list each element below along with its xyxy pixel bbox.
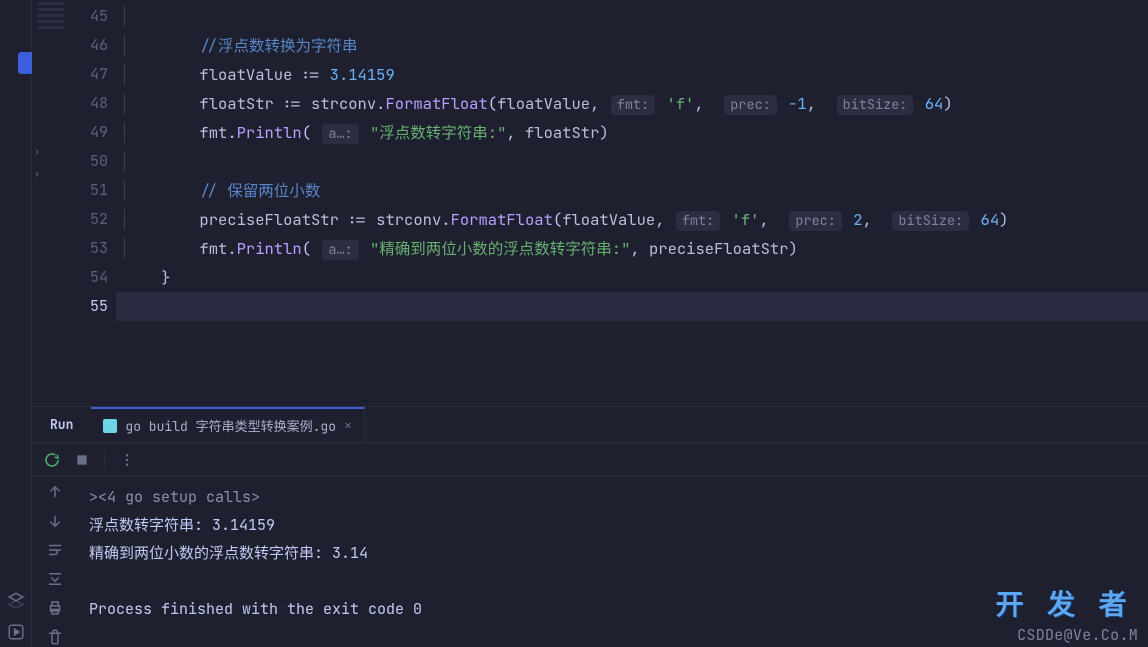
code-func: FormatFloat xyxy=(451,209,553,230)
code-number: -1 xyxy=(788,93,807,114)
code-brace: } xyxy=(161,267,170,288)
go-file-icon xyxy=(103,419,117,433)
main-layout: › › 45 46 47 48 49 50 51 52 53 54 55 xyxy=(0,0,1148,647)
run-tab-file[interactable]: go build 字符串类型转换案例.go × xyxy=(91,407,365,442)
stop-icon[interactable] xyxy=(74,452,90,468)
code-string: "精确到两位小数的浮点数转字符串:" xyxy=(370,238,630,259)
down-icon[interactable] xyxy=(46,512,64,530)
code-ident: floatValue xyxy=(199,64,292,85)
up-icon[interactable] xyxy=(46,483,64,501)
line-num: 51 xyxy=(70,176,108,205)
code-string: "浮点数转字符串:" xyxy=(370,122,506,143)
rerun-icon[interactable] xyxy=(44,452,60,468)
code-number: 64 xyxy=(981,209,1000,230)
code-ident: floatStr xyxy=(199,93,273,114)
watermark-title: 开 发 者 xyxy=(996,583,1130,623)
editor-area[interactable]: › › 45 46 47 48 49 50 51 52 53 54 55 xyxy=(32,0,1148,406)
line-num: 54 xyxy=(70,263,108,292)
line-number-gutter: 45 46 47 48 49 50 51 52 53 54 55 xyxy=(70,0,124,406)
soft-wrap-icon[interactable] xyxy=(46,541,64,559)
current-line xyxy=(116,292,1148,321)
line-num: 50 xyxy=(70,147,108,176)
inlay-hint: a…: xyxy=(322,124,358,144)
print-icon[interactable] xyxy=(46,599,64,617)
code-rune: 'f' xyxy=(732,209,760,230)
line-num: 52 xyxy=(70,205,108,234)
run-toolbar xyxy=(32,443,1148,477)
code-pkg: strconv xyxy=(311,93,376,114)
run-tab-filename: go build 字符串类型转换案例.go xyxy=(125,416,336,435)
output-line: 精确到两位小数的浮点数转字符串: 3.14 xyxy=(89,543,368,563)
line-num: 48 xyxy=(70,89,108,118)
watermark-sub: CSDDe@Ve.Co.M xyxy=(1017,625,1138,645)
toolbar-separator xyxy=(104,451,105,469)
code-number: 3.14159 xyxy=(330,64,395,85)
line-num-current: 55 xyxy=(70,292,108,321)
code-func: Println xyxy=(237,238,302,259)
code-args: , floatStr) xyxy=(506,122,608,143)
line-num: 46 xyxy=(70,31,108,60)
code-op: := xyxy=(348,209,367,230)
tool-rail xyxy=(0,0,32,647)
line-num: 53 xyxy=(70,234,108,263)
code-ident: preciseFloatStr xyxy=(199,209,339,230)
line-num: 47 xyxy=(70,60,108,89)
inlay-hint: bitSize: xyxy=(837,95,914,115)
code-pkg: strconv xyxy=(376,209,441,230)
code-pkg: fmt xyxy=(199,122,227,143)
run-tab-label[interactable]: Run xyxy=(32,416,91,433)
inlay-hint: fmt: xyxy=(611,95,655,115)
trash-icon[interactable] xyxy=(46,628,64,646)
run-header: Run go build 字符串类型转换案例.go × xyxy=(32,407,1148,443)
run-play-icon[interactable] xyxy=(7,623,25,641)
code-op: := xyxy=(283,93,302,114)
content-column: › › 45 46 47 48 49 50 51 52 53 54 55 xyxy=(32,0,1148,647)
services-icon[interactable] xyxy=(7,591,25,609)
code-func: Println xyxy=(237,122,302,143)
run-gutter xyxy=(32,477,77,647)
run-output[interactable]: ><4 go setup calls> 浮点数转字符串: 3.14159 精确到… xyxy=(77,477,1148,647)
more-icon[interactable] xyxy=(119,452,135,468)
code-number: 64 xyxy=(925,93,944,114)
output-exit-status: Process finished with the exit code 0 xyxy=(89,599,422,619)
line-num: 49 xyxy=(70,118,108,147)
structure-gutter[interactable]: › › xyxy=(32,0,70,406)
run-panel: Run go build 字符串类型转换案例.go × xyxy=(32,406,1148,647)
inlay-hint: prec: xyxy=(724,95,777,115)
scroll-to-end-icon[interactable] xyxy=(46,570,64,588)
code-pkg: fmt xyxy=(199,238,227,259)
code-op: := xyxy=(302,64,321,85)
inlay-hint: a…: xyxy=(322,240,358,260)
output-line: 浮点数转字符串: 3.14159 xyxy=(89,515,275,535)
code-args: , preciseFloatStr) xyxy=(630,238,797,259)
inlay-hint: prec: xyxy=(789,211,842,231)
output-collapse-header[interactable]: ><4 go setup calls> xyxy=(89,487,260,507)
code-args: floatValue, xyxy=(562,209,664,230)
code-comment: // 保留两位小数 xyxy=(199,180,320,201)
code-rune: 'f' xyxy=(666,93,694,114)
inlay-hint: bitSize: xyxy=(892,211,969,231)
code-number: 2 xyxy=(853,209,862,230)
code-func: FormatFloat xyxy=(385,93,487,114)
line-num: 45 xyxy=(70,2,108,31)
code-comment: //浮点数转换为字符串 xyxy=(199,35,357,56)
code-args: floatValue, xyxy=(497,93,599,114)
code-area[interactable]: //浮点数转换为字符串 floatValue := 3.14159 floatS… xyxy=(124,0,1148,406)
inlay-hint: fmt: xyxy=(676,211,720,231)
run-body: ><4 go setup calls> 浮点数转字符串: 3.14159 精确到… xyxy=(32,477,1148,647)
close-icon[interactable]: × xyxy=(344,417,352,435)
